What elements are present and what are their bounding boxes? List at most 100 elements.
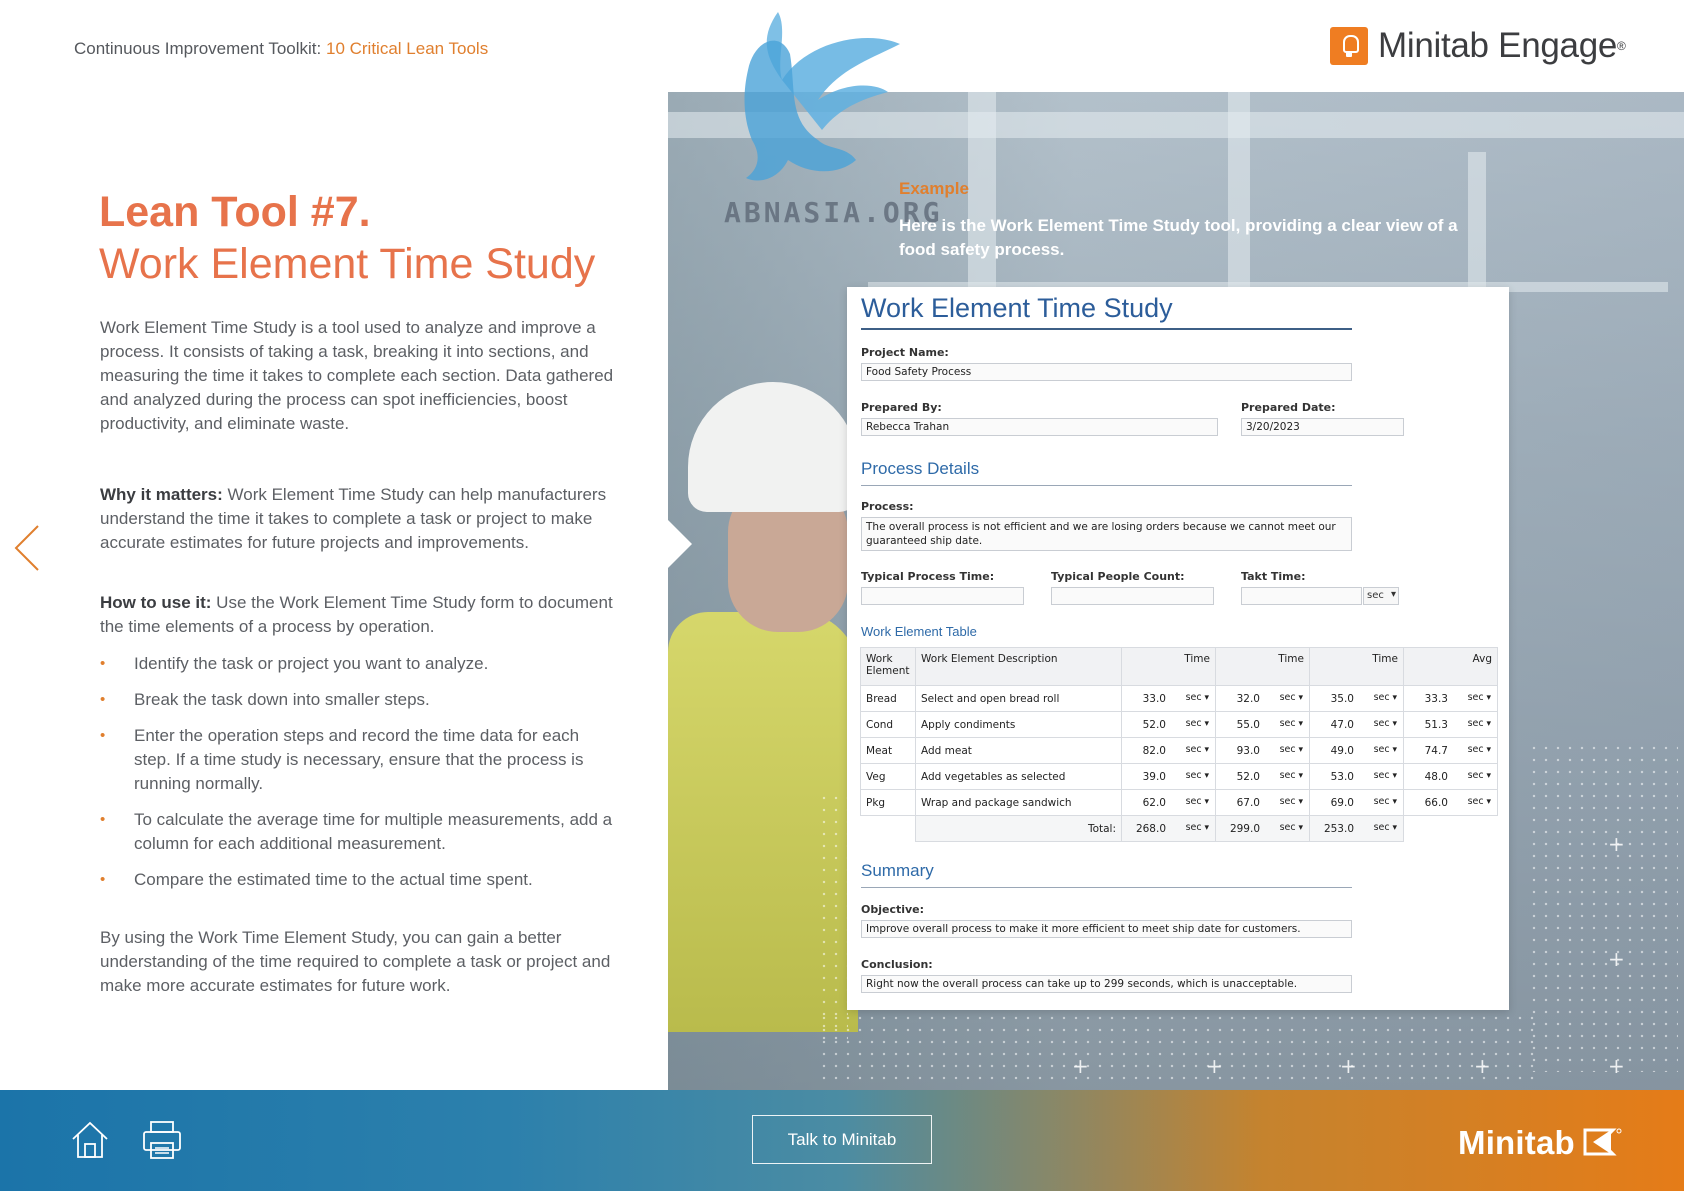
why-label: Why it matters: <box>100 485 223 504</box>
breadcrumb-prefix: Continuous Improvement Toolkit: <box>74 39 326 58</box>
table-row: Meat Add meat 82.0sec 93.0sec 49.0sec 74… <box>860 737 1498 764</box>
how-label: How to use it: <box>100 593 212 612</box>
panel-notch <box>668 520 692 568</box>
minitab-logo-mark-icon <box>1583 1128 1622 1156</box>
time-cell[interactable]: 55.0 sec <box>1215 711 1310 738</box>
takt-time-field[interactable] <box>1241 587 1362 605</box>
column-header: Work Element Description <box>915 647 1122 686</box>
description-cell[interactable]: Apply condiments <box>915 711 1122 738</box>
time-cell[interactable]: 69.0 sec <box>1309 789 1404 816</box>
list-item: Compare the estimated time to the actual… <box>100 868 620 892</box>
process-field[interactable]: The overall process is not efficient and… <box>861 517 1352 551</box>
conclusion-field[interactable]: Right now the overall process can take u… <box>861 975 1352 993</box>
form-title: Work Element Time Study <box>861 293 1173 323</box>
example-text: Here is the Work Element Time Study tool… <box>899 216 1458 259</box>
prepared-date-field[interactable]: 3/20/2023 <box>1241 418 1404 436</box>
work-element-cell[interactable]: Bread <box>860 685 916 712</box>
table-row: Veg Add vegetables as selected 39.0sec 5… <box>860 763 1498 790</box>
minitab-logo: Minitab <box>1458 1124 1623 1162</box>
takt-time-label: Takt Time: <box>1241 570 1306 583</box>
time-cell[interactable]: 52.0 sec <box>1215 763 1310 790</box>
list-item: Break the task down into smaller steps. <box>100 688 620 712</box>
avg-cell[interactable]: 66.0 sec <box>1403 789 1498 816</box>
time-cell[interactable]: 93.0 sec <box>1215 737 1310 764</box>
page-title: Work Element Time Study <box>99 240 596 288</box>
time-cell[interactable]: 39.0 sec <box>1121 763 1216 790</box>
time-cell[interactable]: 47.0 sec <box>1309 711 1404 738</box>
typical-process-time-label: Typical Process Time: <box>861 570 995 583</box>
work-element-table-heading: Work Element Table <box>861 624 977 639</box>
plus-decoration-icon: + <box>1072 1054 1089 1078</box>
chevron-left-icon[interactable] <box>12 523 42 573</box>
minitab-logo-text: Minitab <box>1458 1124 1575 1161</box>
column-header: Work Element <box>860 647 916 686</box>
process-details-heading: Process Details <box>861 459 980 478</box>
total-cell: 253.0 sec <box>1309 815 1404 842</box>
table-row: Pkg Wrap and package sandwich 62.0sec 67… <box>860 789 1498 816</box>
printer-icon[interactable] <box>140 1118 184 1162</box>
typical-process-time-field[interactable] <box>861 587 1024 605</box>
plus-decoration-icon: + <box>1474 1054 1491 1078</box>
form-screenshot: Work Element Time Study Project Name: Fo… <box>847 287 1509 1010</box>
list-item: To calculate the average time for multip… <box>100 808 620 856</box>
page-title-bold: Lean Tool #7. <box>99 188 371 236</box>
intro-paragraph: Work Element Time Study is a tool used t… <box>100 318 614 433</box>
time-cell[interactable]: 35.0 sec <box>1309 685 1404 712</box>
time-cell[interactable]: 82.0 sec <box>1121 737 1216 764</box>
work-element-cell[interactable]: Cond <box>860 711 916 738</box>
avg-cell[interactable]: 51.3 sec <box>1403 711 1498 738</box>
column-header: Time <box>1121 647 1216 686</box>
prepared-by-field[interactable]: Rebecca Trahan <box>861 418 1218 436</box>
total-row: Total: 268.0sec 299.0sec 253.0sec <box>861 815 1498 842</box>
time-cell[interactable]: 33.0 sec <box>1121 685 1216 712</box>
plus-decoration-icon: + <box>1206 1054 1223 1078</box>
objective-label: Objective: <box>861 903 925 916</box>
time-cell[interactable]: 52.0 sec <box>1121 711 1216 738</box>
steps-list: Identify the task or project you want to… <box>100 652 620 904</box>
home-icon[interactable] <box>68 1118 112 1162</box>
project-name-field[interactable]: Food Safety Process <box>861 363 1352 381</box>
list-item: Identify the task or project you want to… <box>100 652 620 676</box>
closing-paragraph: By using the Work Time Element Study, yo… <box>100 928 611 995</box>
description-cell[interactable]: Wrap and package sandwich <box>915 789 1122 816</box>
time-cell[interactable]: 32.0 sec <box>1215 685 1310 712</box>
talk-to-minitab-button[interactable]: Talk to Minitab <box>752 1115 932 1164</box>
typical-people-count-label: Typical People Count: <box>1051 570 1185 583</box>
time-cell[interactable]: 62.0 sec <box>1121 789 1216 816</box>
plus-decoration-icon: + <box>1340 1054 1357 1078</box>
work-element-cell[interactable]: Meat <box>860 737 916 764</box>
description-cell[interactable]: Select and open bread roll <box>915 685 1122 712</box>
watermark-text: ABNASIA.ORG <box>724 196 943 229</box>
summary-heading: Summary <box>861 861 934 880</box>
work-element-cell[interactable]: Veg <box>860 763 916 790</box>
table-row: Cond Apply condiments 52.0sec 55.0sec 47… <box>860 711 1498 738</box>
typical-people-count-field[interactable] <box>1051 587 1214 605</box>
breadcrumb-link[interactable]: 10 Critical Lean Tools <box>326 39 488 58</box>
takt-unit-select[interactable]: sec <box>1363 587 1399 605</box>
avg-cell[interactable]: 48.0 sec <box>1403 763 1498 790</box>
description-cell[interactable]: Add meat <box>915 737 1122 764</box>
how-paragraph: How to use it: Use the Work Element Time… <box>100 591 620 639</box>
avg-cell[interactable]: 74.7 sec <box>1403 737 1498 764</box>
work-element-cell[interactable]: Pkg <box>860 789 916 816</box>
table-row: Bread Select and open bread roll 33.0 sec… <box>860 685 1498 712</box>
description-cell[interactable]: Add vegetables as selected <box>915 763 1122 790</box>
lightbulb-icon <box>1330 27 1368 65</box>
total-cell: 268.0 sec <box>1121 815 1216 842</box>
column-header: Time <box>1309 647 1404 686</box>
hard-hat <box>688 382 858 512</box>
conclusion-label: Conclusion: <box>861 958 933 971</box>
time-cell[interactable]: 67.0 sec <box>1215 789 1310 816</box>
plus-decoration-icon: + <box>1608 1054 1625 1078</box>
total-cell: 299.0 sec <box>1215 815 1310 842</box>
time-cell[interactable]: 53.0 sec <box>1309 763 1404 790</box>
why-paragraph: Why it matters: Work Element Time Study … <box>100 483 620 555</box>
brand-reg: ® <box>1617 39 1626 53</box>
column-header: Time <box>1215 647 1310 686</box>
avg-cell[interactable]: 33.3 sec <box>1403 685 1498 712</box>
prepared-by-label: Prepared By: <box>861 401 942 414</box>
objective-field[interactable]: Improve overall process to make it more … <box>861 920 1352 938</box>
brand-logo: Minitab Engage ® <box>1330 26 1626 66</box>
time-cell[interactable]: 49.0 sec <box>1309 737 1404 764</box>
total-label: Total: <box>915 815 1122 842</box>
